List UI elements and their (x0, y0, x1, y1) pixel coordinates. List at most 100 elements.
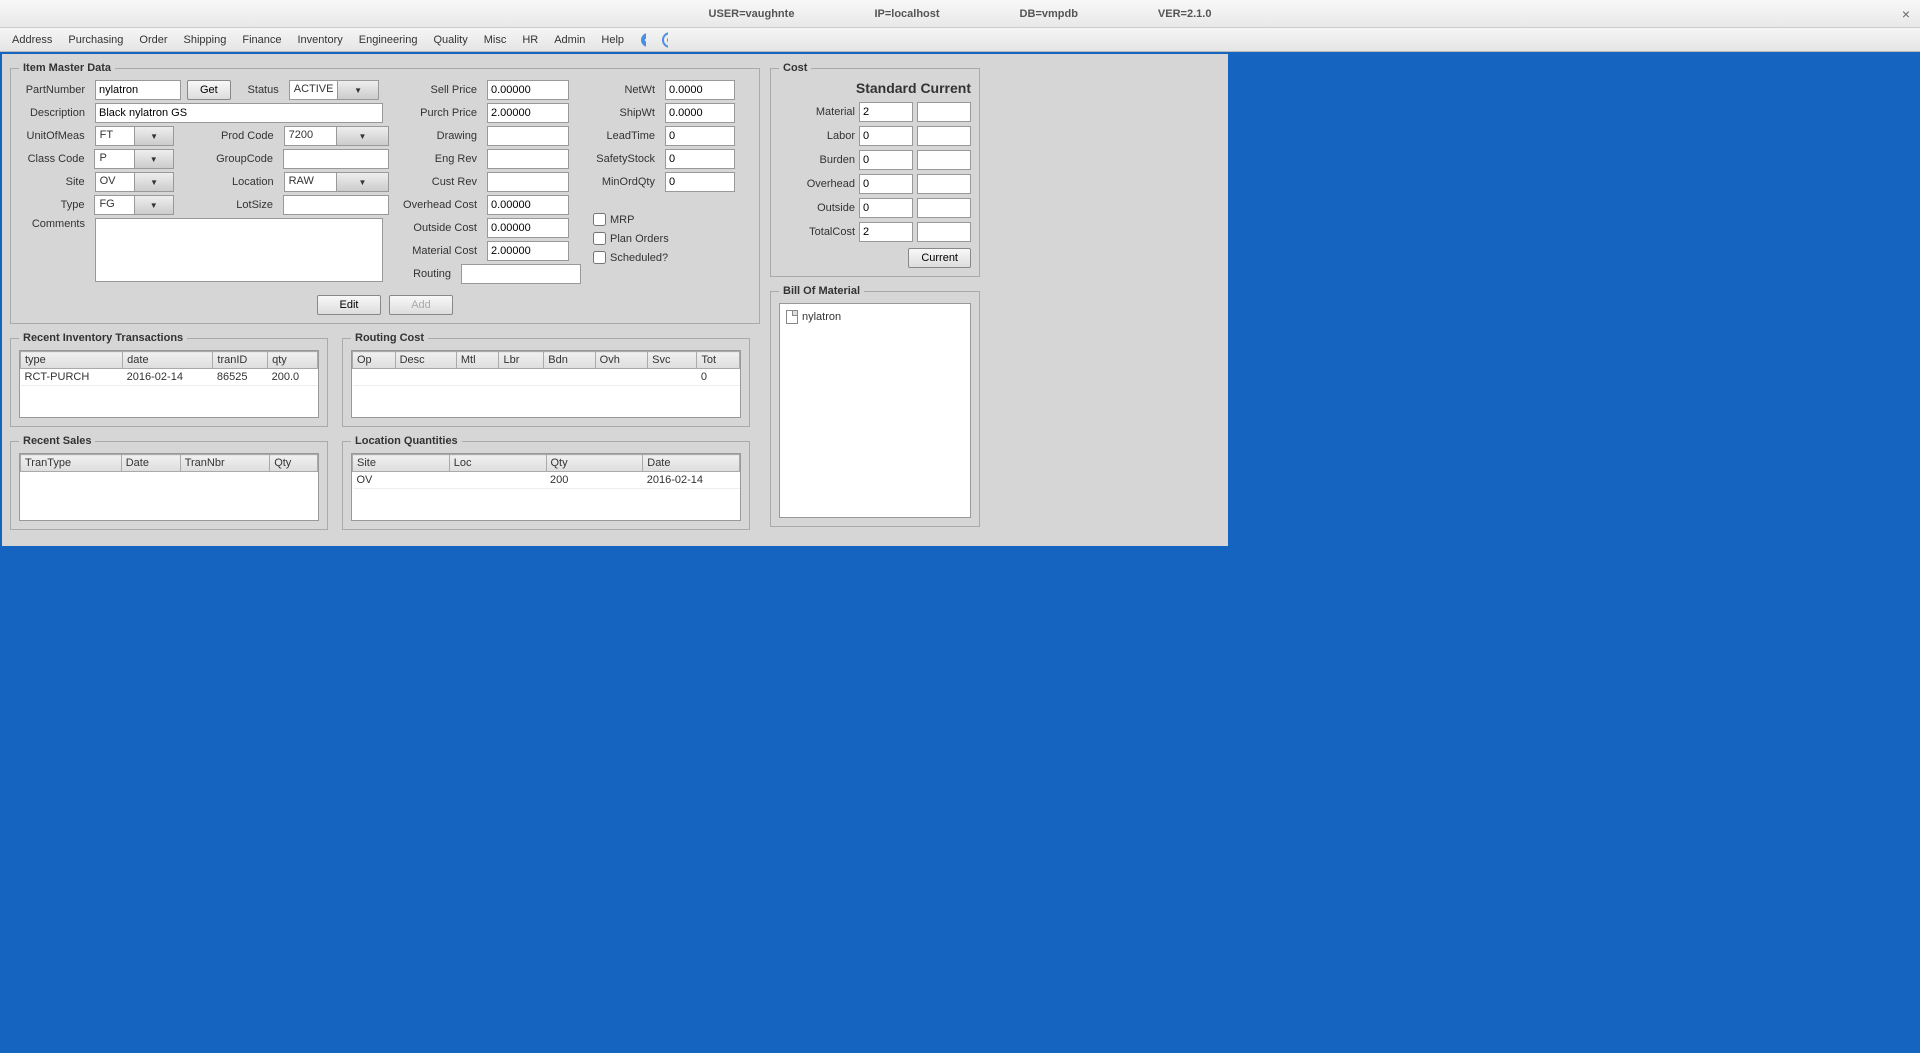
recent-sales-table[interactable]: TranType Date TranNbr Qty (19, 453, 319, 521)
shipwt-input[interactable] (665, 103, 735, 123)
cost-std-burden[interactable] (859, 150, 913, 170)
outsidecost-input[interactable] (487, 218, 569, 238)
window-close-button[interactable]: × (1902, 6, 1910, 22)
label-shipwt: ShipWt (593, 107, 659, 119)
purchprice-input[interactable] (487, 103, 569, 123)
menu-address[interactable]: Address (6, 32, 58, 48)
cost-std-overhead[interactable] (859, 174, 913, 194)
menu-admin[interactable]: Admin (548, 32, 591, 48)
type-select[interactable]: FG▼ (94, 195, 173, 215)
label-type: Type (19, 199, 88, 211)
get-button[interactable]: Get (187, 80, 231, 100)
lotsize-input[interactable] (283, 195, 389, 215)
menu-purchasing[interactable]: Purchasing (62, 32, 129, 48)
menu-finance[interactable]: Finance (236, 32, 287, 48)
cost-cur-burden[interactable] (917, 150, 971, 170)
bom-root-label: nylatron (802, 311, 841, 323)
routing-cost-legend: Routing Cost (351, 332, 428, 344)
menu-engineering[interactable]: Engineering (353, 32, 424, 48)
routing-input[interactable] (461, 264, 581, 284)
document-icon (786, 310, 798, 324)
label-location: Location (180, 176, 277, 188)
prodcode-select[interactable]: 7200▼ (284, 126, 389, 146)
chevron-down-icon: ▼ (336, 173, 388, 191)
menu-quality[interactable]: Quality (427, 32, 473, 48)
groupcode-input[interactable] (283, 149, 389, 169)
cost-legend: Cost (779, 62, 811, 74)
label-cost-total: TotalCost (779, 226, 855, 238)
label-cost-overhead: Overhead (779, 178, 855, 190)
menu-misc[interactable]: Misc (478, 32, 513, 48)
label-cost-outside: Outside (779, 202, 855, 214)
netwt-input[interactable] (665, 80, 735, 100)
label-mrp: MRP (610, 214, 634, 226)
locqty-fieldset: Location Quantities Site Loc Qty Date OV… (342, 435, 750, 530)
edit-button[interactable]: Edit (317, 295, 381, 315)
overheadcost-input[interactable] (487, 195, 569, 215)
cost-std-total[interactable] (859, 222, 913, 242)
label-groupcode: GroupCode (180, 153, 277, 165)
cost-std-outside[interactable] (859, 198, 913, 218)
menu-shipping[interactable]: Shipping (178, 32, 233, 48)
label-description: Description (19, 107, 89, 119)
cost-std-labor[interactable] (859, 126, 913, 146)
current-button[interactable]: Current (908, 248, 971, 268)
drawing-input[interactable] (487, 126, 569, 146)
materialcost-input[interactable] (487, 241, 569, 261)
refresh-icon[interactable] (656, 31, 674, 49)
title-bar: USER=vaughnte IP=localhost DB=vmpdb VER=… (0, 0, 1920, 28)
menu-hr[interactable]: HR (516, 32, 544, 48)
cost-cur-material[interactable] (917, 102, 971, 122)
table-row[interactable]: 0 (353, 369, 740, 386)
back-icon[interactable] (634, 31, 652, 49)
site-select[interactable]: OV▼ (95, 172, 175, 192)
table-row[interactable]: RCT-PURCH 2016-02-14 86525 200.0 (21, 369, 318, 386)
classcode-select[interactable]: P▼ (94, 149, 173, 169)
partnumber-input[interactable] (95, 80, 181, 100)
table-row[interactable]: OV 200 2016-02-14 (353, 472, 740, 489)
routing-cost-table[interactable]: Op Desc Mtl Lbr Bdn Ovh Svc Tot (351, 350, 741, 418)
bom-fieldset: Bill Of Material nylatron (770, 285, 980, 527)
recent-inv-table[interactable]: type date tranID qty RCT-PURCH 2016-02-1… (19, 350, 319, 418)
label-sellprice: Sell Price (401, 84, 481, 96)
main-panel: Item Master Data PartNumber Get Status A… (2, 54, 1228, 546)
add-button[interactable]: Add (389, 295, 453, 315)
cost-cur-total[interactable] (917, 222, 971, 242)
status-select[interactable]: ACTIVE▼ (289, 80, 379, 100)
cost-cur-outside[interactable] (917, 198, 971, 218)
label-site: Site (19, 176, 89, 188)
label-uom: UnitOfMeas (19, 130, 89, 142)
cost-header: Standard Current (779, 80, 971, 96)
safetystock-input[interactable] (665, 149, 735, 169)
bom-legend: Bill Of Material (779, 285, 864, 297)
menu-inventory[interactable]: Inventory (292, 32, 349, 48)
engrev-input[interactable] (487, 149, 569, 169)
label-cost-labor: Labor (779, 130, 855, 142)
bom-root-item[interactable]: nylatron (784, 308, 966, 326)
minordqty-input[interactable] (665, 172, 735, 192)
titlebar-ver: VER=2.1.0 (1158, 8, 1212, 20)
cost-cur-labor[interactable] (917, 126, 971, 146)
location-select[interactable]: RAW▼ (284, 172, 389, 192)
scheduled-checkbox[interactable] (593, 251, 606, 264)
chevron-down-icon: ▼ (336, 127, 388, 145)
bom-tree[interactable]: nylatron (779, 303, 971, 518)
menu-help[interactable]: Help (595, 32, 630, 48)
recent-sales-fieldset: Recent Sales TranType Date TranNbr Qty (10, 435, 328, 530)
recent-sales-legend: Recent Sales (19, 435, 95, 447)
custrev-input[interactable] (487, 172, 569, 192)
chevron-down-icon: ▼ (337, 81, 377, 99)
locqty-table[interactable]: Site Loc Qty Date OV 200 2016-02-14 (351, 453, 741, 521)
sellprice-input[interactable] (487, 80, 569, 100)
menu-order[interactable]: Order (133, 32, 173, 48)
leadtime-input[interactable] (665, 126, 735, 146)
cost-std-material[interactable] (859, 102, 913, 122)
label-cost-material: Material (779, 106, 855, 118)
mrp-checkbox[interactable] (593, 213, 606, 226)
label-status: Status (237, 84, 283, 96)
cost-cur-overhead[interactable] (917, 174, 971, 194)
description-input[interactable] (95, 103, 383, 123)
planorders-checkbox[interactable] (593, 232, 606, 245)
uom-select[interactable]: FT▼ (95, 126, 175, 146)
comments-textarea[interactable] (95, 218, 383, 282)
